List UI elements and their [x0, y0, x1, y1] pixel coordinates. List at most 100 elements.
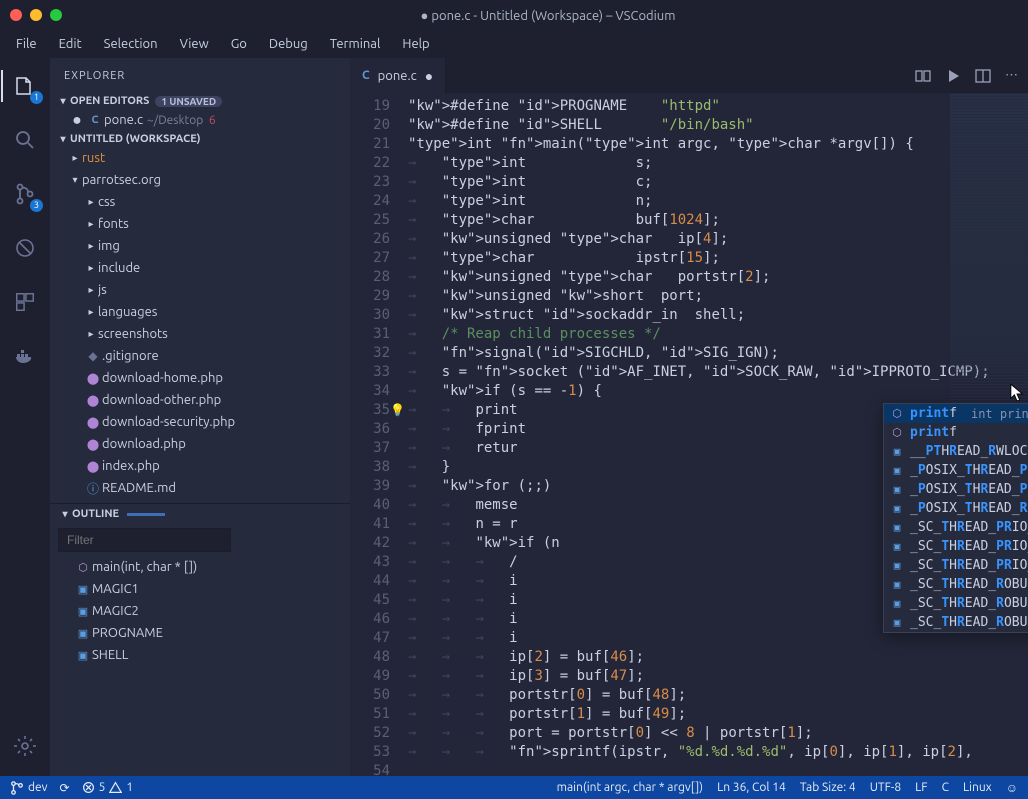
suggest-item[interactable]: ⬡printf	[884, 423, 1028, 442]
status-feedback[interactable]: ☺	[1006, 781, 1018, 795]
menu-debug[interactable]: Debug	[259, 33, 318, 55]
suggest-item[interactable]: ▣_SC_THREAD_ROBUST_PRIO_INHERIT	[884, 594, 1028, 613]
suggest-item[interactable]: ▣_SC_THREAD_ROBUST_PRIO_INHERIT	[884, 613, 1028, 632]
minimize-window-button[interactable]	[30, 9, 42, 21]
status-branch-label: dev	[28, 781, 48, 794]
activity-scm[interactable]: 3	[1, 174, 49, 214]
status-problems[interactable]: 5 1	[82, 781, 134, 794]
menu-help[interactable]: Help	[392, 33, 439, 55]
folder-screenshots[interactable]: ▸screenshots	[50, 323, 350, 345]
file-download-php[interactable]: ⬤download.php	[50, 433, 350, 455]
activity-search[interactable]	[1, 120, 49, 160]
run-icon[interactable]	[945, 68, 961, 84]
file-download-home-php[interactable]: ⬤download-home.php	[50, 367, 350, 389]
dirty-dot-icon: ●	[425, 68, 433, 84]
suggest-item[interactable]: ▣_SC_THREAD_PRIO_INHERIT	[884, 518, 1028, 537]
status-encoding[interactable]: UTF-8	[870, 781, 901, 794]
suggest-item[interactable]: ⬡printfint printf(const char *__restrict…	[884, 404, 1028, 423]
workspace-header[interactable]: ▾ UNTITLED (WORKSPACE)	[50, 131, 350, 147]
outline-item[interactable]: ▣SHELL	[50, 644, 350, 666]
status-sync[interactable]: ⟳	[60, 781, 70, 795]
git-branch-icon	[10, 781, 24, 795]
variable-icon: ▣	[890, 483, 904, 497]
suggest-item[interactable]: ▣_SC_THREAD_PRIO_INHERIT	[884, 556, 1028, 575]
variable-icon: ▣	[890, 597, 904, 611]
status-eol[interactable]: LF	[915, 781, 927, 794]
status-position[interactable]: Ln 36, Col 14	[717, 781, 786, 794]
compare-icon[interactable]	[915, 68, 931, 84]
folder-label: rust	[82, 151, 105, 165]
open-editors-header[interactable]: ▾ OPEN EDITORS 1 UNSAVED	[50, 93, 350, 109]
php-file-icon: ⬤	[84, 372, 102, 385]
activity-debug[interactable]	[1, 228, 49, 268]
variable-icon: ▣	[890, 540, 904, 554]
suggest-item[interactable]: ▣_POSIX_THREAD_PRIO_INHERIT	[884, 480, 1028, 499]
menu-go[interactable]: Go	[221, 33, 257, 55]
lightbulb-icon[interactable]: 💡	[390, 401, 405, 420]
split-editor-icon[interactable]	[975, 68, 991, 84]
variable-icon: ▣	[890, 578, 904, 592]
chevron-down-icon: ▾	[68, 174, 82, 186]
variable-icon: ▣	[890, 616, 904, 630]
method-icon: ⬡	[890, 426, 904, 440]
status-context[interactable]: main(int argc, char * argv[])	[557, 781, 703, 794]
folder-fonts[interactable]: ▸fonts	[50, 213, 350, 235]
status-tabsize[interactable]: Tab Size: 4	[800, 781, 856, 794]
tab-pone-c[interactable]: C pone.c ●	[350, 58, 446, 93]
menubar: File Edit Selection View Go Debug Termin…	[0, 30, 1028, 58]
folder-img[interactable]: ▸img	[50, 235, 350, 257]
outline-item[interactable]: ▣PROGNAME	[50, 622, 350, 644]
suggest-widget[interactable]: ⬡printfint printf(const char *__restrict…	[883, 403, 1028, 633]
outline-item[interactable]: ⬡main(int, char * [])	[50, 556, 350, 578]
file-README-md[interactable]: ⓘREADME.md	[50, 477, 350, 499]
suggest-item[interactable]: ▣_POSIX_THREAD_ROBUST_PRIO_INHERIT	[884, 499, 1028, 518]
open-editor-filename: pone.c	[104, 113, 143, 127]
variable-icon: ▣	[890, 559, 904, 573]
activity-docker[interactable]	[1, 336, 49, 376]
close-window-button[interactable]	[10, 9, 22, 21]
more-icon[interactable]: ⋯	[1005, 68, 1018, 84]
activity-explorer[interactable]: 1	[1, 66, 49, 106]
maximize-window-button[interactable]	[50, 9, 62, 21]
outline-filter-input[interactable]	[58, 528, 231, 552]
menu-terminal[interactable]: Terminal	[320, 33, 391, 55]
outline-item[interactable]: ▣MAGIC2	[50, 600, 350, 622]
menu-selection[interactable]: Selection	[94, 33, 168, 55]
menu-edit[interactable]: Edit	[49, 33, 92, 55]
menu-file[interactable]: File	[6, 33, 47, 55]
file-download-security-php[interactable]: ⬤download-security.php	[50, 411, 350, 433]
chevron-down-icon: ▾	[56, 133, 70, 145]
activity-settings[interactable]	[1, 726, 49, 766]
bug-icon	[13, 236, 37, 260]
chevron-right-icon: ▸	[84, 240, 98, 252]
suggest-item[interactable]: ▣_POSIX_THREAD_PRIO_INHERIT	[884, 461, 1028, 480]
constant-icon: ▣	[74, 605, 92, 618]
file--gitignore[interactable]: ◆.gitignore	[50, 345, 350, 367]
status-language[interactable]: C	[942, 781, 949, 794]
php-file-icon: ⬤	[84, 416, 102, 429]
folder-rust[interactable]: ▸ rust	[50, 147, 350, 169]
status-warnings-count: 1	[126, 781, 133, 794]
constant-icon: ▣	[74, 627, 92, 640]
suggest-item[interactable]: ▣_SC_THREAD_ROBUST_PRIO_INHERIT	[884, 575, 1028, 594]
suggest-item[interactable]: ▣_SC_THREAD_PRIO_INHERIT	[884, 537, 1028, 556]
status-branch[interactable]: dev	[10, 781, 48, 795]
status-os[interactable]: Linux	[963, 781, 992, 794]
outline-item[interactable]: ▣MAGIC1	[50, 578, 350, 600]
folder-parrotsec[interactable]: ▾ parrotsec.org	[50, 169, 350, 191]
menu-view[interactable]: View	[170, 33, 219, 55]
suggest-item[interactable]: ▣__PTHREAD_RWLOCK_INT_FLAGS_SHARED	[884, 442, 1028, 461]
chevron-right-icon: ▸	[84, 306, 98, 318]
open-editor-item[interactable]: ● C pone.c ~/Desktop 6	[50, 109, 350, 131]
workspace-label: UNTITLED (WORKSPACE)	[70, 133, 201, 145]
folder-include[interactable]: ▸include	[50, 257, 350, 279]
folder-languages[interactable]: ▸languages	[50, 301, 350, 323]
file-download-other-php[interactable]: ⬤download-other.php	[50, 389, 350, 411]
folder-css[interactable]: ▸css	[50, 191, 350, 213]
file-index-php[interactable]: ⬤index.php	[50, 455, 350, 477]
dirty-dot-icon: ●	[68, 111, 86, 130]
file-label: download.php	[102, 437, 350, 451]
activity-extensions[interactable]	[1, 282, 49, 322]
outline-header[interactable]: ▾ OUTLINE	[50, 504, 350, 524]
folder-js[interactable]: ▸js	[50, 279, 350, 301]
